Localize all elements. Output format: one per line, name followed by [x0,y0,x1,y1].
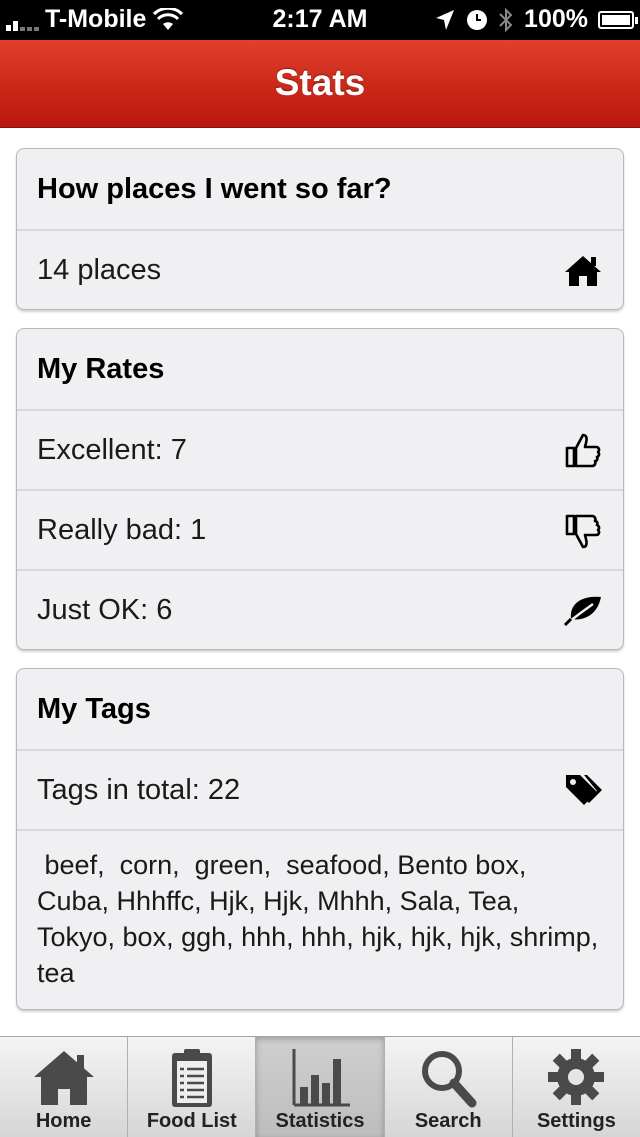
thumbs-up-icon [565,433,601,468]
location-icon [436,9,455,30]
bluetooth-icon [499,7,513,32]
rates-card: My Rates Excellent: 7 Really bad: 1 Just… [16,328,624,650]
tab-food-list[interactable]: Food List [127,1037,255,1137]
tab-label: Search [414,1110,482,1132]
tags-list: beef, corn, green, seafood, Bento box, C… [17,829,623,1009]
leaf-icon [563,596,601,627]
tab-settings[interactable]: Settings [511,1037,640,1137]
navigation-bar: Stats [0,40,640,128]
status-bar-right: 100% [434,5,638,34]
tab-bar: Home Food List Statistics Search Setting… [0,1036,640,1137]
tab-label: Statistics [275,1110,365,1132]
rate-row-really-bad[interactable]: Really bad: 1 [17,489,623,569]
battery-percent: 100% [524,5,588,33]
stats-content[interactable]: How places I went so far? 14 places My R… [0,128,640,1036]
rate-row-excellent[interactable]: Excellent: 7 [17,409,623,489]
tags-total-row[interactable]: Tags in total: 22 [17,749,623,829]
gear-icon [548,1049,605,1105]
places-count: 14 places [37,253,162,286]
tags-card: My Tags Tags in total: 22 beef, corn, gr… [16,668,624,1010]
thumbs-down-icon [565,514,601,549]
places-row[interactable]: 14 places [17,229,623,309]
tags-icon [566,775,602,805]
home-icon [33,1051,94,1105]
tab-home[interactable]: Home [0,1037,127,1137]
rate-row-just-ok[interactable]: Just OK: 6 [17,569,623,649]
page-title: Stats [274,62,366,103]
tags-total: Tags in total: 22 [37,773,241,806]
tab-label: Home [35,1110,92,1132]
places-card: How places I went so far? 14 places [16,148,624,310]
rate-label: Just OK: 6 [37,593,173,626]
search-icon [422,1051,477,1108]
tab-label: Settings [536,1110,616,1132]
home-icon [565,256,601,286]
tab-label: Food List [146,1110,237,1132]
tab-statistics[interactable]: Statistics [255,1037,384,1137]
rate-label: Excellent: 7 [37,433,187,466]
clipboard-icon [171,1049,212,1107]
rates-header: My Rates [37,352,165,385]
places-header: How places I went so far? [37,172,392,205]
status-bar: T-Mobile 2:17 AM 100% [0,0,640,40]
bar-chart-icon [292,1049,350,1107]
rate-label: Really bad: 1 [37,513,207,546]
tags-header: My Tags [37,692,151,725]
battery-icon [598,10,638,29]
clock-icon [467,9,488,30]
tab-search[interactable]: Search [383,1037,512,1137]
